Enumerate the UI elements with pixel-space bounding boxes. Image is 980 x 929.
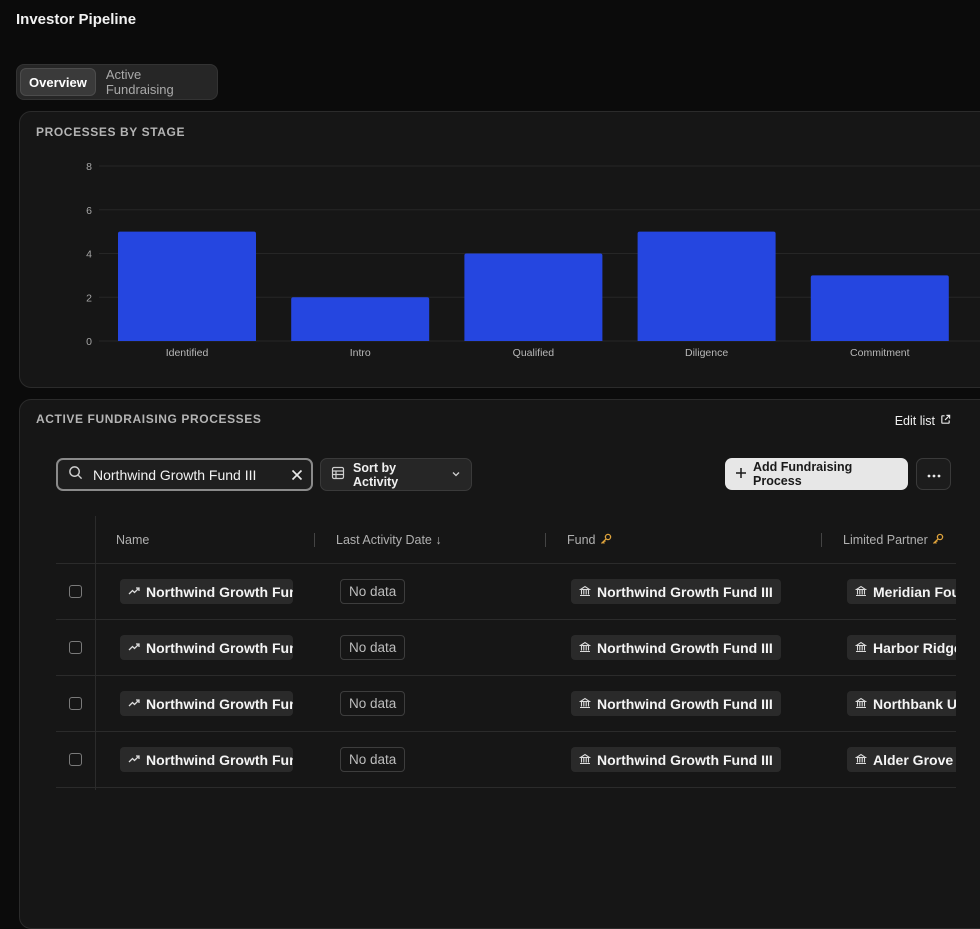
active-fundraising-card: ACTIVE FUNDRAISING PROCESSES Edit list N… [19, 399, 980, 929]
fund-name: Northwind Growth Fund III [597, 583, 773, 600]
limited-partner-chip[interactable]: Meridian Foundation [847, 579, 956, 604]
column-header-fund[interactable]: Fund [567, 516, 612, 564]
column-header-last-activity-date[interactable]: Last Activity Date ↓ [336, 516, 442, 564]
table-row[interactable]: Northwind Growth Fund III No data Northw… [56, 620, 956, 676]
sort-by-activity-button[interactable]: Sort by Activity [320, 458, 472, 491]
x-tick-label: Intro [350, 347, 371, 359]
limited-partner-name: Meridian Foundation [873, 583, 956, 600]
processes-by-stage-chart: 0 2 4 6 8 Identified Intro Qualified Diligence Co… [86, 161, 980, 359]
table-header-row: Name Last Activity Date ↓ Fund Limited P… [56, 516, 956, 564]
edit-list-link[interactable]: Edit list [895, 414, 951, 428]
row-checkbox[interactable] [69, 697, 82, 710]
bank-icon [578, 696, 592, 712]
last-activity-value: No data [340, 747, 406, 772]
fund-chip[interactable]: Northwind Growth Fund III [571, 579, 781, 604]
bank-icon [578, 752, 592, 768]
tab-active-fundraising[interactable]: Active Fundraising [98, 67, 214, 97]
plus-icon [735, 467, 747, 482]
x-tick-label: Qualified [513, 347, 555, 359]
bar-intro[interactable] [291, 297, 430, 341]
search-input[interactable] [91, 465, 291, 484]
last-activity-text: No data [349, 584, 397, 599]
x-tick-label: Diligence [685, 347, 728, 359]
trending-up-icon [128, 640, 140, 656]
processes-by-stage-card: PROCESSES BY STAGE 0 2 4 6 8 Identified Intro Q… [19, 111, 980, 388]
column-header-limited-partner[interactable]: Limited Partner [843, 516, 944, 564]
edit-list-label: Edit list [894, 414, 935, 428]
last-activity-value: No data [340, 635, 406, 660]
last-activity-value: No data [340, 579, 406, 604]
table-row[interactable]: Northwind Growth Fund III No data Northw… [56, 676, 956, 732]
bank-icon [854, 584, 868, 600]
fund-name: Northwind Growth Fund III [597, 751, 773, 768]
add-button-label: Add Fundraising Process [753, 460, 853, 488]
y-tick-label: 6 [86, 205, 92, 217]
process-name: Northwind Growth Fund III [146, 751, 293, 768]
bank-icon [854, 640, 868, 656]
sort-label: Sort by Activity [353, 460, 399, 489]
y-tick-label: 2 [86, 292, 92, 304]
more-horizontal-icon [927, 465, 941, 483]
x-tick-label: Identified [166, 347, 209, 359]
last-activity-value: No data [340, 691, 406, 716]
last-activity-text: No data [349, 640, 397, 655]
limited-partner-name: Alder Grove [873, 751, 954, 768]
process-name: Northwind Growth Fund III [146, 695, 293, 712]
external-link-icon [940, 414, 951, 428]
bank-icon [854, 752, 868, 768]
fund-name: Northwind Growth Fund III [597, 695, 773, 712]
process-name: Northwind Growth Fund III [146, 639, 293, 656]
table-row[interactable]: Northwind Growth Fund III No data Northw… [56, 732, 956, 788]
search-field [56, 458, 313, 491]
x-tick-label: Commitment [850, 347, 910, 359]
y-tick-label: 8 [86, 161, 92, 173]
table-row[interactable]: Northwind Growth Fund III No data Northw… [56, 564, 956, 620]
limited-partner-chip[interactable]: Harbor Ridge [847, 635, 956, 660]
bank-icon [854, 696, 868, 712]
fund-chip[interactable]: Northwind Growth Fund III [571, 691, 781, 716]
process-name-chip[interactable]: Northwind Growth Fund III [120, 635, 293, 660]
table-icon [331, 466, 345, 483]
key-icon [600, 533, 612, 548]
page-title: Investor Pipeline [16, 11, 137, 28]
more-options-button[interactable] [916, 458, 951, 490]
row-checkbox[interactable] [69, 753, 82, 766]
row-checkbox[interactable] [69, 641, 82, 654]
bar-commitment[interactable] [810, 275, 949, 341]
add-fundraising-process-button[interactable]: Add Fundraising Process [725, 458, 908, 490]
process-name-chip[interactable]: Northwind Growth Fund III [120, 691, 293, 716]
bar-qualified[interactable] [464, 253, 603, 342]
fund-chip[interactable]: Northwind Growth Fund III [571, 635, 781, 660]
view-tabs: Overview Active Fundraising [16, 64, 218, 100]
fund-chip[interactable]: Northwind Growth Fund III [571, 747, 781, 772]
trending-up-icon [128, 584, 140, 600]
fundraising-table: Name Last Activity Date ↓ Fund Limited P… [56, 516, 956, 790]
process-name-chip[interactable]: Northwind Growth Fund III [120, 747, 293, 772]
limited-partner-chip[interactable]: Alder Grove [847, 747, 956, 772]
clear-search-icon[interactable] [291, 469, 303, 481]
bar-identified[interactable] [118, 231, 256, 341]
y-tick-label: 4 [86, 249, 92, 261]
column-header-name[interactable]: Name [116, 516, 149, 564]
y-tick-label: 0 [86, 336, 92, 348]
search-icon [68, 465, 83, 485]
key-icon [932, 533, 944, 548]
tab-overview[interactable]: Overview [20, 68, 96, 96]
trending-up-icon [128, 696, 140, 712]
bank-icon [578, 584, 592, 600]
last-activity-text: No data [349, 696, 397, 711]
last-activity-text: No data [349, 752, 397, 767]
process-name: Northwind Growth Fund III [146, 583, 293, 600]
limited-partner-chip[interactable]: Northbank U [847, 691, 956, 716]
limited-partner-name: Northbank U [873, 695, 956, 712]
trending-up-icon [128, 752, 140, 768]
fund-name: Northwind Growth Fund III [597, 639, 773, 656]
bank-icon [578, 640, 592, 656]
row-checkbox[interactable] [69, 585, 82, 598]
limited-partner-name: Harbor Ridge [873, 639, 956, 656]
table-card-title: ACTIVE FUNDRAISING PROCESSES [36, 412, 262, 426]
process-name-chip[interactable]: Northwind Growth Fund III [120, 579, 293, 604]
chevron-down-icon [451, 468, 461, 482]
bar-diligence[interactable] [637, 231, 776, 341]
